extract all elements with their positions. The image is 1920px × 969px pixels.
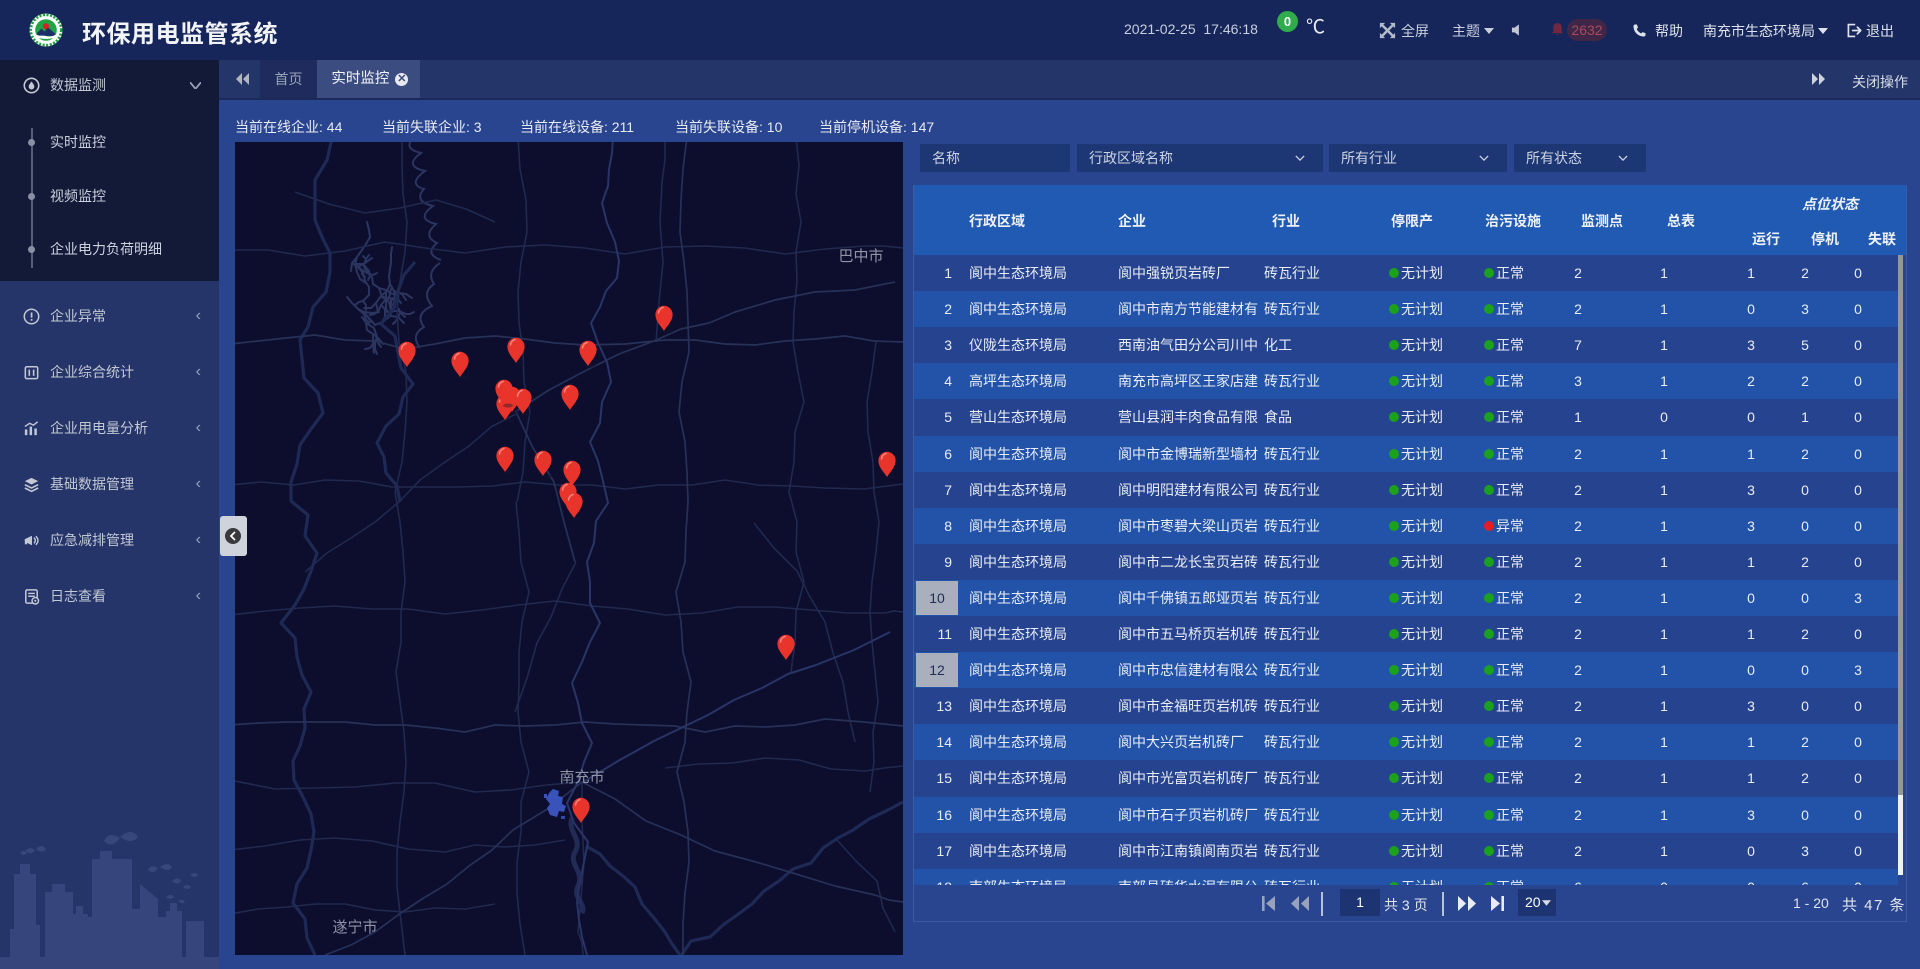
svg-text:遂宁市: 遂宁市 <box>332 916 377 937</box>
svg-text:巴中市: 巴中市 <box>838 245 883 266</box>
svg-text:南充市: 南充市 <box>559 766 604 787</box>
